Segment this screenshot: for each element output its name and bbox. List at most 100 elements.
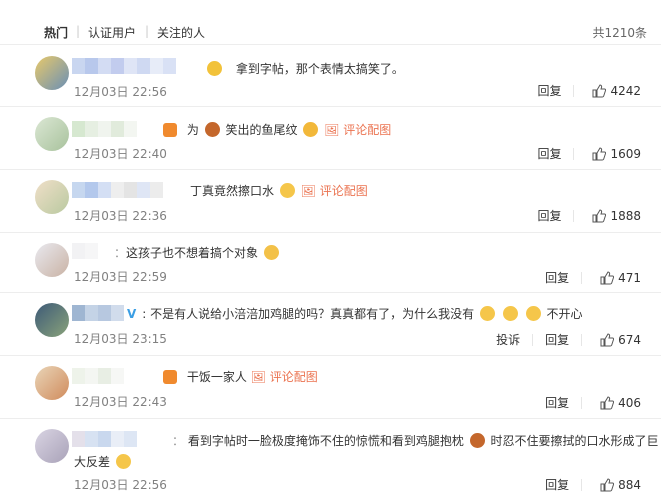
avatar[interactable]	[35, 180, 69, 214]
comment-content: 丁真竟然擦口水 🖼 评论配图	[190, 182, 368, 199]
thumbs-up-icon	[600, 477, 615, 491]
username-blurred[interactable]	[72, 305, 124, 321]
comment-time: 12月03日 22:40	[74, 147, 167, 161]
comment-item: 干饭一家人 🖼 评论配图 12月03日 22:43 回复 406	[0, 356, 661, 419]
like-count: 884	[618, 477, 641, 492]
drumstick-emoji-icon	[469, 433, 485, 448]
thumbs-up-icon	[592, 146, 607, 160]
comment-actions: 回复 884	[545, 476, 641, 493]
username-blurred[interactable]	[72, 182, 163, 198]
comment-text: 拿到字帖，那个表情太搞笑了。	[235, 62, 404, 76]
thumbs-up-icon	[592, 83, 607, 97]
comment-text: 笑出的鱼尾纹	[225, 123, 298, 137]
divider	[532, 333, 534, 346]
comment-actions: 回复 1888	[537, 207, 641, 224]
username-blurred[interactable]	[72, 121, 137, 137]
verified-v-icon	[163, 370, 177, 384]
thumbs-up-icon	[592, 208, 607, 222]
divider	[573, 147, 575, 160]
reply-button[interactable]: 回复	[537, 207, 561, 224]
verified-v-icon: V	[127, 307, 137, 321]
thumbs-up-icon	[600, 395, 615, 409]
reply-button[interactable]: 回复	[545, 476, 569, 493]
comment-content: 为 笑出的鱼尾纹 🖼 评论配图	[163, 121, 391, 138]
like-button[interactable]: 1888	[592, 209, 641, 223]
comment-item: ： 看到字帖时一脸极度掩饰不住的惊慌和看到鸡腿抱枕 时忍不住要擦拭的口水形成了巨…	[0, 419, 661, 503]
like-count: 674	[618, 332, 641, 347]
comment-text: 大反差	[74, 455, 111, 469]
avatar[interactable]	[35, 366, 69, 400]
like-button[interactable]: 884	[600, 478, 641, 492]
comment-time: 12月03日 22:56	[74, 85, 167, 99]
comment-item: 为 笑出的鱼尾纹 🖼 评论配图 12月03日 22:40 回复 1609	[0, 107, 661, 170]
comment-actions: 回复 471	[545, 269, 641, 286]
view-image-link[interactable]: 🖼 评论配图	[251, 370, 318, 384]
username-blurred[interactable]	[72, 368, 124, 384]
tab-separator: |	[145, 24, 150, 38]
comment-item: 拿到字帖，那个表情太搞笑了。 12月03日 22:56 回复 4242	[0, 44, 661, 107]
like-count: 406	[618, 395, 641, 410]
comment-item: 丁真竟然擦口水 🖼 评论配图 12月03日 22:36 回复 1888	[0, 170, 661, 233]
emoji-icon	[303, 122, 319, 137]
comment-content: ： 看到字帖时一脸极度掩饰不住的惊慌和看到鸡腿抱枕 时忍不住要擦拭的口水形成了巨	[172, 433, 659, 448]
comment-text: 时忍不住要擦拭的口水形成了巨	[490, 434, 659, 448]
comment-time: 12月03日 22:59	[74, 270, 167, 284]
verified-v-icon	[163, 123, 177, 137]
avatar[interactable]	[35, 303, 69, 337]
drumstick-emoji-icon	[204, 122, 220, 137]
tab-hot[interactable]: 热门	[44, 24, 68, 41]
divider	[573, 84, 575, 97]
comment-text: 不开心	[546, 307, 583, 321]
comment-actions: 投诉 回复 674	[496, 331, 641, 348]
comment-actions: 回复 1609	[537, 145, 641, 162]
reply-button[interactable]: 回复	[545, 269, 569, 286]
like-button[interactable]: 1609	[592, 147, 641, 161]
avatar[interactable]	[35, 429, 69, 463]
comment-text: 这孩子也不想着搞个对象	[126, 246, 259, 260]
crying-emoji-icon	[525, 306, 541, 321]
comment-actions: 回复 4242	[537, 82, 641, 99]
crying-emoji-icon	[480, 306, 496, 321]
divider	[581, 271, 583, 284]
like-button[interactable]: 471	[600, 271, 641, 285]
tab-verified[interactable]: 认证用户	[88, 24, 136, 41]
like-count: 471	[618, 270, 641, 285]
like-button[interactable]: 406	[600, 396, 641, 410]
reply-button[interactable]: 回复	[545, 394, 569, 411]
avatar[interactable]	[35, 117, 69, 151]
comment-item: V: 不是有人说给小涪涪加鸡腿的吗？真真都有了，为什么我没有 不开心 12月03…	[0, 293, 661, 356]
divider	[573, 209, 575, 222]
divider	[581, 333, 583, 346]
reply-button[interactable]: 回复	[545, 331, 569, 348]
divider	[581, 478, 583, 491]
view-image-link[interactable]: 🖼 评论配图	[324, 123, 391, 137]
tab-following[interactable]: 关注的人	[157, 24, 205, 41]
like-button[interactable]: 674	[600, 333, 641, 347]
comment-text: 看到字帖时一脸极度掩饰不住的惊慌和看到鸡腿抱枕	[187, 434, 464, 448]
username-blurred[interactable]	[72, 58, 176, 74]
thumbs-up-icon	[600, 332, 615, 346]
username-blurred[interactable]	[72, 431, 137, 447]
reply-button[interactable]: 回复	[537, 82, 561, 99]
comment-content: ：这孩子也不想着搞个对象	[114, 244, 281, 261]
avatar[interactable]	[35, 243, 69, 277]
reply-button[interactable]: 回复	[537, 145, 561, 162]
comment-content: V: 不是有人说给小涪涪加鸡腿的吗？真真都有了，为什么我没有 不开心	[127, 306, 583, 321]
comment-time: 12月03日 22:43	[74, 395, 167, 409]
comment-content: 干饭一家人 🖼 评论配图	[163, 368, 318, 385]
drool-emoji-icon	[279, 183, 295, 198]
view-image-link[interactable]: 🖼 评论配图	[301, 184, 368, 198]
comment-item: ：这孩子也不想着搞个对象 12月03日 22:59 回复 471	[0, 233, 661, 293]
report-button[interactable]: 投诉	[496, 331, 520, 348]
crown-emoji-icon	[207, 61, 222, 76]
username-blurred[interactable]	[72, 243, 98, 259]
emoji-icon	[115, 454, 131, 469]
like-button[interactable]: 4242	[592, 84, 641, 98]
comment-actions: 回复 406	[545, 394, 641, 411]
avatar[interactable]	[35, 56, 69, 90]
comment-content: 拿到字帖，那个表情太搞笑了。	[205, 60, 404, 77]
comment-total-count: 共1210条	[592, 26, 647, 40]
comment-text: 为	[186, 123, 199, 137]
emoji-icon	[263, 245, 279, 260]
comment-content-line2: 大反差	[74, 453, 133, 470]
